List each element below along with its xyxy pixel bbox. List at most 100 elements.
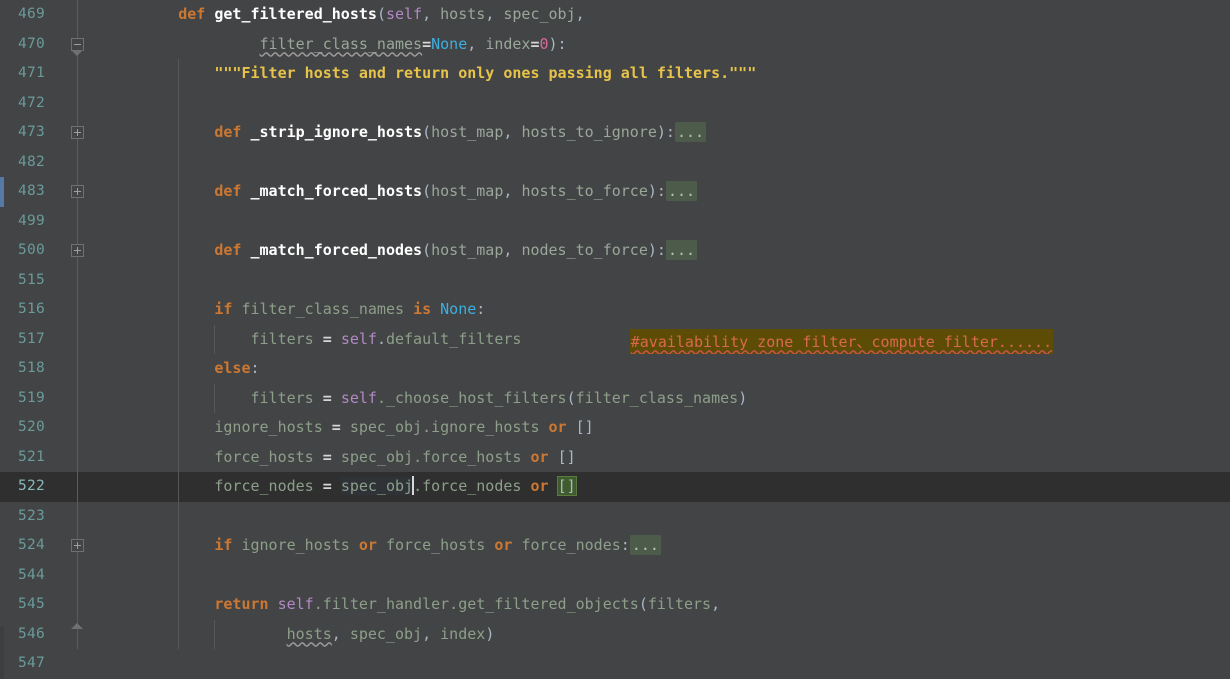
code-line-content[interactable]: def _strip_ignore_hosts(host_map, hosts_…: [96, 118, 1230, 148]
code-line-content[interactable]: [96, 501, 1230, 531]
code-line-content[interactable]: def get_filtered_hosts(self, hosts, spec…: [96, 0, 1230, 30]
code-token: is: [413, 300, 441, 318]
fold-expand-icon[interactable]: [71, 126, 84, 139]
fold-expand-icon[interactable]: [71, 539, 84, 552]
code-token: ,: [503, 123, 522, 141]
code-line-content[interactable]: [96, 206, 1230, 236]
code-token: self: [385, 5, 423, 23]
line-number: 546: [4, 619, 60, 649]
code-line-content[interactable]: [96, 649, 1230, 679]
code-editor[interactable]: 469 def get_filtered_hosts(self, hosts, …: [0, 0, 1230, 679]
code-line-content[interactable]: """Filter hosts and return only ones pas…: [96, 59, 1230, 89]
code-line-content[interactable]: hosts, spec_obj, index): [96, 619, 1230, 649]
code-line-current[interactable]: 522 force_nodes = spec_obj.force_nodes o…: [0, 472, 1230, 502]
code-tokens: hosts, spec_obj, index): [106, 624, 495, 643]
code-line[interactable]: 499: [0, 206, 1230, 236]
code-line-content[interactable]: force_hosts = spec_obj.force_hosts or []: [96, 442, 1230, 472]
fold-gutter-cell[interactable]: [60, 649, 96, 679]
code-line[interactable]: 471 """Filter hosts and return only ones…: [0, 59, 1230, 89]
code-token: else: [214, 359, 251, 377]
fold-marker-collapse[interactable]: [60, 29, 96, 59]
code-line[interactable]: 544: [0, 560, 1230, 590]
fold-expand-icon[interactable]: [71, 185, 84, 198]
fold-gutter-cell[interactable]: [60, 147, 96, 177]
code-line[interactable]: 500 def _match_forced_nodes(host_map, no…: [0, 236, 1230, 266]
code-line[interactable]: 470 filter_class_names=None, index=0):: [0, 29, 1230, 59]
code-line-content[interactable]: [96, 147, 1230, 177]
code-token: hosts_to_force: [521, 182, 648, 200]
code-line[interactable]: 473 def _strip_ignore_hosts(host_map, ho…: [0, 118, 1230, 148]
code-token: force_hosts: [385, 536, 495, 554]
fold-rail: [77, 59, 78, 89]
code-token: get_filtered_hosts: [214, 5, 377, 23]
code-line-content[interactable]: if ignore_hosts or force_hosts or force_…: [96, 531, 1230, 561]
code-line[interactable]: 515: [0, 265, 1230, 295]
code-token: ):: [647, 241, 666, 259]
code-line[interactable]: 517 filters = self.default_filters #avail…: [0, 324, 1230, 354]
fold-gutter-cell[interactable]: [60, 413, 96, 443]
code-token: ,: [711, 595, 721, 613]
code-line-content[interactable]: filters = self.default_filters #availabil…: [96, 324, 1230, 354]
code-line[interactable]: 546 hosts, spec_obj, index): [0, 619, 1230, 649]
fold-gutter-cell[interactable]: [60, 501, 96, 531]
code-line-content[interactable]: else:: [96, 354, 1230, 384]
code-line-content[interactable]: ignore_hosts = spec_obj.ignore_hosts or …: [96, 413, 1230, 443]
fold-marker-region-end[interactable]: [60, 619, 96, 649]
code-line[interactable]: 524 if ignore_hosts or force_hosts or fo…: [0, 531, 1230, 561]
fold-gutter-cell[interactable]: [60, 295, 96, 325]
code-line[interactable]: 518 else:: [0, 354, 1230, 384]
fold-marker-expand[interactable]: [60, 236, 96, 266]
line-number: 545: [4, 590, 60, 620]
code-line[interactable]: 523: [0, 501, 1230, 531]
code-line[interactable]: 547: [0, 649, 1230, 679]
code-token: (: [422, 182, 432, 200]
fold-gutter-cell[interactable]: [60, 206, 96, 236]
code-line-content[interactable]: filters = self._choose_host_filters(filt…: [96, 383, 1230, 413]
code-line-content[interactable]: return self.filter_handler.get_filtered_…: [96, 590, 1230, 620]
fold-gutter-cell[interactable]: [60, 590, 96, 620]
fold-gutter-cell[interactable]: [60, 472, 96, 502]
code-line-content[interactable]: [96, 265, 1230, 295]
fold-gutter-cell[interactable]: [60, 560, 96, 590]
code-line[interactable]: 516 if filter_class_names is None:: [0, 295, 1230, 325]
code-line[interactable]: 545 return self.filter_handler.get_filte…: [0, 590, 1230, 620]
code-line[interactable]: 482: [0, 147, 1230, 177]
fold-marker-expand[interactable]: [60, 531, 96, 561]
code-line-content[interactable]: [96, 88, 1230, 118]
code-line-content[interactable]: filter_class_names=None, index=0):: [96, 29, 1230, 59]
code-line-content[interactable]: def _match_forced_hosts(host_map, hosts_…: [96, 177, 1230, 207]
line-number: 472: [4, 88, 60, 118]
code-line[interactable]: 472: [0, 88, 1230, 118]
fold-rail: [77, 88, 78, 118]
code-token: hosts: [286, 624, 332, 643]
code-tokens: filters = self.default_filters: [106, 330, 522, 348]
fold-marker-expand[interactable]: [60, 177, 96, 207]
code-token: ._choose_host_filters: [376, 388, 567, 407]
fold-gutter-cell[interactable]: [60, 442, 96, 472]
code-tokens: else:: [106, 359, 259, 377]
line-number: 544: [4, 560, 60, 590]
fold-gutter-cell[interactable]: [60, 324, 96, 354]
fold-region-start[interactable]: [60, 0, 96, 30]
fold-gutter-cell[interactable]: [60, 265, 96, 295]
code-line-content[interactable]: [96, 560, 1230, 590]
line-number: 473: [4, 118, 60, 148]
code-line-content[interactable]: def _match_forced_nodes(host_map, nodes_…: [96, 236, 1230, 266]
code-line-content[interactable]: force_nodes = spec_obj.force_nodes or []: [96, 472, 1230, 502]
fold-gutter-cell[interactable]: [60, 383, 96, 413]
code-line[interactable]: 521 force_hosts = spec_obj.force_hosts o…: [0, 442, 1230, 472]
code-line[interactable]: 483 def _match_forced_hosts(host_map, ho…: [0, 177, 1230, 207]
code-line[interactable]: 469 def get_filtered_hosts(self, hosts, …: [0, 0, 1230, 30]
fold-expand-icon[interactable]: [71, 244, 84, 257]
code-line-content[interactable]: if filter_class_names is None:: [96, 295, 1230, 325]
code-line[interactable]: 520 ignore_hosts = spec_obj.ignore_hosts…: [0, 413, 1230, 443]
fold-gutter-cell[interactable]: [60, 354, 96, 384]
fold-gutter-cell[interactable]: [60, 88, 96, 118]
code-token: :: [476, 300, 486, 318]
fold-gutter-cell[interactable]: [60, 59, 96, 89]
fold-marker-expand[interactable]: [60, 118, 96, 148]
code-line[interactable]: 519 filters = self._choose_host_filters(…: [0, 383, 1230, 413]
